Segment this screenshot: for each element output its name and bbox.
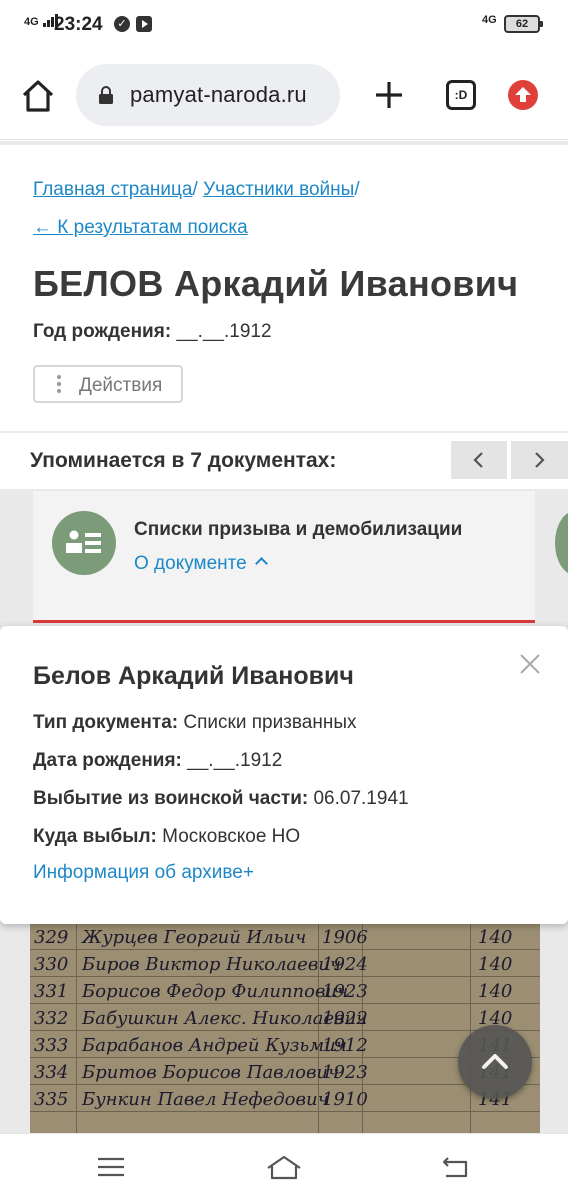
scan-row-code: 140	[478, 927, 513, 948]
birth-year-value: __.__.1912	[176, 321, 272, 342]
scan-row-number: 329	[34, 927, 69, 948]
actions-label: Действия	[79, 375, 163, 396]
document-card[interactable]: Списки призыва и демобилизации О докумен…	[33, 491, 535, 623]
chevron-up-icon	[254, 557, 268, 570]
scan-row-line	[30, 949, 540, 950]
scan-row-line	[30, 1111, 540, 1112]
scan-row-code: 140	[478, 981, 513, 1002]
mentions-count-text: Упоминается в 7 документах:	[30, 449, 337, 472]
scan-row-name: Бритов Борисов Павлович	[82, 1062, 340, 1083]
detail-label: Куда выбыл:	[33, 826, 157, 847]
system-navigation-bar	[0, 1133, 568, 1200]
scan-row-name: Биров Виктор Николаевич	[82, 954, 342, 975]
home-icon[interactable]	[18, 76, 58, 116]
scan-row-number: 335	[34, 1089, 69, 1110]
about-document-label: О документе	[134, 553, 247, 574]
document-type-icon	[52, 511, 116, 575]
scan-row-year: 1910	[322, 1089, 368, 1110]
scan-row-year: 1923	[322, 981, 368, 1002]
scan-column-line	[76, 921, 77, 1133]
youtube-notification-icon	[136, 16, 152, 32]
close-icon[interactable]	[518, 652, 542, 676]
mentions-header: Упоминается в 7 документах:	[0, 433, 568, 489]
next-document-card-peek[interactable]	[555, 511, 568, 575]
address-bar[interactable]: pamyat-naroda.ru	[76, 64, 340, 126]
prev-document-button[interactable]	[451, 441, 507, 479]
scan-row-year: 1923	[322, 1062, 368, 1083]
actions-button[interactable]: Действия	[33, 365, 183, 403]
detail-row-destination: Куда выбыл: Московское НО	[33, 826, 300, 848]
update-arrow-icon[interactable]	[508, 80, 538, 110]
breadcrumb: Главная страница/ Участники войны/	[33, 179, 360, 201]
home-nav-icon[interactable]	[264, 1152, 304, 1182]
scan-row-line	[30, 1003, 540, 1004]
chevron-left-icon	[473, 452, 483, 468]
detail-row-departure: Выбытие из воинской части: 06.07.1941	[33, 788, 409, 810]
scan-row-name: Борисов Федор Филиппович	[82, 981, 349, 1002]
new-tab-icon[interactable]	[370, 76, 408, 114]
chevron-up-icon	[482, 1054, 508, 1069]
detail-label: Выбытие из воинской части:	[33, 788, 309, 809]
arrow-up-icon	[515, 87, 531, 102]
breadcrumb-separator: /	[192, 179, 198, 200]
scan-row-year: 1922	[322, 1008, 368, 1029]
chevron-right-icon	[535, 452, 545, 468]
back-nav-icon[interactable]	[440, 1154, 472, 1180]
detail-value: Московское НО	[162, 826, 301, 847]
scan-row-name: Журцев Георгий Ильич	[82, 927, 307, 948]
document-details-popup: Белов Аркадий Иванович Тип документа: Сп…	[0, 626, 568, 924]
url-text: pamyat-naroda.ru	[130, 82, 307, 107]
back-to-results-link[interactable]: ← К результатам поиска	[33, 217, 248, 239]
person-header-card: Главная страница/ Участники войны/ ← К р…	[0, 145, 568, 431]
scan-row-year: 1912	[322, 1035, 368, 1056]
status-bar: 4G 23:24 ✓ 4G 62	[0, 0, 568, 50]
network-indicator-right: 4G	[482, 14, 497, 26]
breadcrumb-home-link[interactable]: Главная страница	[33, 179, 193, 200]
scan-row-number: 330	[34, 954, 69, 975]
birth-year-label: Год рождения:	[33, 321, 172, 342]
breadcrumb-participants-link[interactable]: Участники войны	[203, 179, 354, 200]
detail-value: Списки призванных	[183, 712, 357, 733]
archive-info-link[interactable]: Информация об архиве+	[33, 862, 254, 884]
check-notification-icon: ✓	[114, 16, 130, 32]
detail-label: Тип документа:	[33, 712, 179, 733]
detail-row-document-type: Тип документа: Списки призванных	[33, 712, 357, 734]
detail-value: __.__.1912	[187, 750, 283, 771]
person-list-icon	[66, 530, 101, 553]
scan-row-code: 140	[478, 954, 513, 975]
scan-row-number: 332	[34, 1008, 69, 1029]
about-document-toggle[interactable]: О документе	[134, 553, 268, 575]
scan-row-number: 333	[34, 1035, 69, 1056]
scan-row-number: 331	[34, 981, 69, 1002]
tabs-button[interactable]: :D	[446, 80, 476, 110]
detail-value: 06.07.1941	[313, 788, 409, 809]
detail-row-birth-date: Дата рождения: __.__.1912	[33, 750, 282, 772]
more-vertical-icon	[57, 375, 61, 395]
scroll-to-top-button[interactable]	[458, 1025, 532, 1099]
next-document-button[interactable]	[511, 441, 568, 479]
detail-label: Дата рождения:	[33, 750, 182, 771]
clock: 23:24	[54, 14, 103, 35]
scan-row-line	[30, 976, 540, 977]
scan-row-name: Барабанов Андрей Кузьмич	[82, 1035, 347, 1056]
scan-row-year: 1906	[322, 927, 368, 948]
breadcrumb-separator: /	[354, 179, 360, 200]
popup-person-name: Белов Аркадий Иванович	[33, 662, 354, 690]
scan-row-name: Бункин Павел Нефедович	[82, 1089, 329, 1110]
birth-year: Год рождения: __.__.1912	[33, 321, 272, 343]
lock-icon	[99, 86, 113, 104]
scan-row-year: 1924	[322, 954, 368, 975]
scan-row-number: 334	[34, 1062, 69, 1083]
page-title: БЕЛОВ Аркадий Иванович	[33, 263, 519, 304]
document-title: Списки призыва и демобилизации	[134, 519, 463, 540]
network-type-label: 4G	[24, 16, 39, 28]
recent-apps-icon[interactable]	[96, 1156, 126, 1178]
browser-toolbar: pamyat-naroda.ru :D	[0, 50, 568, 140]
page-content: Главная страница/ Участники войны/ ← К р…	[0, 141, 568, 1133]
battery-icon: 62	[504, 15, 543, 33]
